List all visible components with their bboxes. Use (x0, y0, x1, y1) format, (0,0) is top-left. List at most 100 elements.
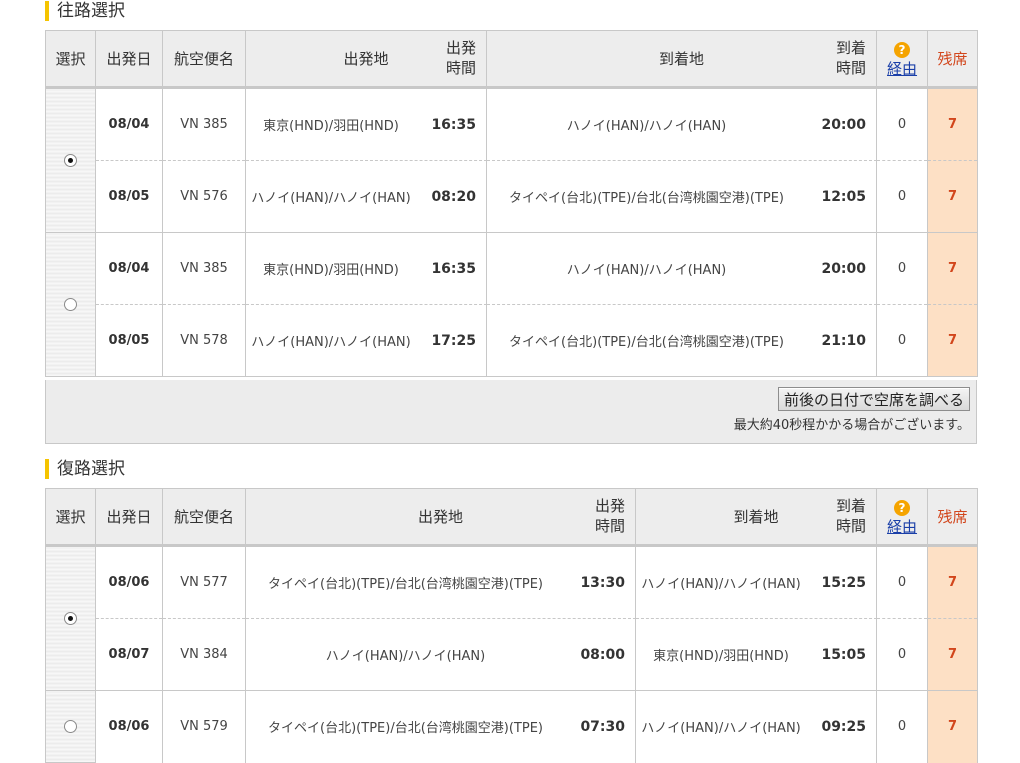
header-flight-label: 航空便名 (173, 507, 234, 526)
via-help-link[interactable]: 経由 (887, 518, 917, 536)
header-flight-label: 航空便名 (173, 49, 234, 68)
flight-leg-row: 08/07 VN 384 ハノイ(HAN)/ハノイ(HAN) 08:00 東京(HND)… (46, 618, 979, 691)
arrival-cell: タイペイ(台北)(TPE)/台北(台湾桃園空港)(TPE) 21:10 (486, 304, 878, 377)
flight-leg-row: 08/05 VN 578 ハノイ(HAN)/ハノイ(HAN) 17:25 タイペイ(台北… (46, 304, 979, 377)
departure-cell: ハノイ(HAN)/ハノイ(HAN) 08:20 (244, 160, 488, 233)
header-seats-label: 残席 (937, 49, 968, 68)
flight-leg-row: 08/04 VN 385 東京(HND)/羽田(HND) 16:35 ハノイ(HAN)/… (45, 232, 979, 377)
select-cell (45, 545, 96, 691)
header-dep-time-label: 出発 時間 (446, 39, 477, 77)
flight-number: VN 578 (162, 304, 246, 377)
departure-cell: タイペイ(台北)(TPE)/台北(台湾桃園空港)(TPE) 07:30 (244, 690, 637, 763)
departure-place: 東京(HND)/羽田(HND) (263, 263, 399, 278)
stops-count: 0 (876, 304, 929, 377)
departure-date: 08/04 (95, 232, 163, 305)
departure-cell: 東京(HND)/羽田(HND) 16:35 (244, 232, 488, 305)
arrival-place: タイペイ(台北)(TPE)/台北(台湾桃園空港)(TPE) (509, 191, 784, 206)
header-from: 出発地 出発 時間 (244, 30, 488, 89)
departure-time: 08:00 (580, 646, 626, 663)
stops-count: 0 (876, 690, 929, 763)
departure-date: 08/04 (95, 87, 163, 161)
seats-remaining: 7 (927, 690, 979, 763)
arrival-time: 15:25 (821, 574, 867, 591)
departure-date: 08/05 (95, 304, 163, 377)
departure-place: 東京(HND)/羽田(HND) (263, 119, 399, 134)
search-adjacent-dates-button[interactable]: 前後の日付で空席を調べる (777, 387, 970, 411)
outbound-section-title: 往路選択 (45, 1, 125, 21)
stops-count: 0 (876, 618, 929, 691)
help-question-icon[interactable]: ? (894, 41, 911, 58)
header-date: 出発日 (95, 30, 163, 89)
flight-number: VN 385 (162, 232, 246, 305)
arrival-time: 09:25 (821, 718, 867, 735)
header-select-label: 選択 (55, 507, 86, 526)
help-question-icon[interactable]: ? (894, 499, 911, 516)
header-to-label: 到着地 (733, 507, 779, 526)
arrival-cell: ハノイ(HAN)/ハノイ(HAN) 20:00 (486, 87, 878, 161)
header-dep-time-label: 出発 時間 (595, 497, 626, 535)
itinerary-radio[interactable] (64, 612, 77, 625)
search-time-note: 最大約40秒程かかる場合がございます。 (733, 418, 970, 433)
arrival-place: ハノイ(HAN)/ハノイ(HAN) (566, 119, 727, 134)
seats-remaining: 7 (927, 87, 979, 161)
arrival-cell: ハノイ(HAN)/ハノイ(HAN) 20:00 (486, 232, 878, 305)
header-date: 出発日 (95, 488, 163, 547)
departure-time: 16:35 (431, 116, 477, 133)
arrival-cell: 東京(HND)/羽田(HND) 15:05 (635, 618, 878, 691)
departure-date: 08/06 (95, 545, 163, 619)
select-cell (45, 232, 96, 377)
header-from-label: 出発地 (418, 507, 464, 526)
flight-leg-row: 08/06 VN 579 タイペイ(台北)(TPE)/台北(台湾桃園空港)(TPE)… (45, 690, 979, 763)
departure-place: ハノイ(HAN)/ハノイ(HAN) (325, 649, 486, 664)
departure-date: 08/07 (95, 618, 163, 691)
arrival-place: ハノイ(HAN)/ハノイ(HAN) (641, 721, 801, 737)
header-arr-time-label: 到着 時間 (836, 39, 867, 77)
arrival-place: ハノイ(HAN)/ハノイ(HAN) (566, 263, 727, 278)
departure-cell: ハノイ(HAN)/ハノイ(HAN) 17:25 (244, 304, 488, 377)
header-select-label: 選択 (55, 49, 86, 68)
departure-time: 16:35 (431, 260, 477, 277)
return-flight-table: 選択 出発日 航空便名 出発地 出発 時間 到着地 到着 時間? 経由 残席 08/06 VN 57… (45, 488, 979, 763)
header-seats-label: 残席 (937, 507, 968, 526)
arrival-place: ハノイ(HAN)/ハノイ(HAN) (641, 577, 801, 592)
header-flight: 航空便名 (162, 30, 246, 89)
departure-date: 08/05 (95, 160, 163, 233)
flight-number: VN 576 (162, 160, 246, 233)
flight-leg-row: 08/04 VN 385 東京(HND)/羽田(HND) 16:35 ハノイ(HAN)/… (45, 87, 979, 233)
arrival-time: 20:00 (821, 116, 867, 133)
via-help-link[interactable]: 経由 (887, 60, 917, 78)
header-select: 選択 (45, 488, 96, 547)
departure-cell: ハノイ(HAN)/ハノイ(HAN) 08:00 (244, 618, 637, 691)
itinerary-radio[interactable] (64, 720, 77, 733)
header-via: ? 経由 (876, 488, 929, 547)
select-cell (45, 690, 96, 763)
header-seats: 残席 (927, 30, 979, 89)
arrival-cell: ハノイ(HAN)/ハノイ(HAN) 09:25 (635, 690, 878, 763)
return-section-title: 復路選択 (45, 459, 125, 479)
arrival-time: 15:05 (821, 646, 867, 663)
departure-time: 17:25 (431, 332, 477, 349)
arrival-cell: ハノイ(HAN)/ハノイ(HAN) 15:25 (635, 545, 878, 619)
departure-cell: 東京(HND)/羽田(HND) 16:35 (244, 87, 488, 161)
select-cell (45, 87, 96, 233)
flight-number: VN 577 (162, 545, 246, 619)
departure-date: 08/06 (95, 690, 163, 763)
header-date-label: 出発日 (106, 49, 152, 68)
itinerary-radio[interactable] (64, 298, 77, 311)
header-flight: 航空便名 (162, 488, 246, 547)
header-date-label: 出発日 (106, 507, 152, 526)
arrival-place: 東京(HND)/羽田(HND) (653, 649, 789, 664)
seats-remaining: 7 (927, 304, 979, 377)
header-to-label: 到着地 (659, 49, 705, 68)
stops-count: 0 (876, 232, 929, 305)
flight-number: VN 384 (162, 618, 246, 691)
flight-leg-row: 08/05 VN 576 ハノイ(HAN)/ハノイ(HAN) 08:20 タイペイ(台北… (46, 160, 979, 233)
itinerary-radio[interactable] (64, 154, 77, 167)
header-arr-time-label: 到着 時間 (836, 497, 867, 535)
departure-cell: タイペイ(台北)(TPE)/台北(台湾桃園空港)(TPE) 13:30 (244, 545, 637, 619)
seats-remaining: 7 (927, 160, 979, 233)
seats-remaining: 7 (927, 618, 979, 691)
header-from: 出発地 出発 時間 (244, 488, 637, 547)
header-to: 到着地 到着 時間 (486, 30, 878, 89)
departure-place: タイペイ(台北)(TPE)/台北(台湾桃園空港)(TPE) (268, 577, 543, 592)
